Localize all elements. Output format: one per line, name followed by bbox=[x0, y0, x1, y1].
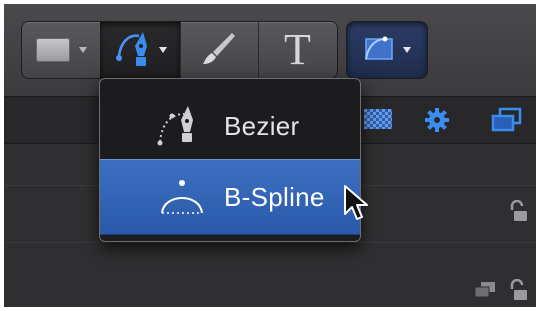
rectangle-tool-button[interactable] bbox=[22, 22, 101, 78]
list-row bbox=[4, 243, 536, 307]
text-tool-button[interactable]: T bbox=[258, 22, 337, 78]
pen-tool-dropdown-menu: Bezier B-Spline bbox=[99, 78, 361, 242]
gear-icon[interactable] bbox=[424, 107, 450, 138]
lock-open-icon[interactable] bbox=[508, 199, 528, 227]
chevron-down-icon[interactable] bbox=[403, 47, 411, 53]
menu-item-label: Bezier bbox=[224, 110, 300, 141]
checkerboard-icon[interactable] bbox=[364, 109, 392, 134]
pen-nib-icon bbox=[113, 26, 157, 75]
bspline-icon bbox=[152, 173, 212, 221]
menu-item-bezier[interactable]: Bezier bbox=[100, 89, 360, 163]
mask-tool-button[interactable] bbox=[346, 21, 428, 79]
lock-open-icon[interactable] bbox=[508, 278, 528, 306]
chevron-down-icon[interactable] bbox=[159, 47, 167, 53]
layers-stack-icon[interactable] bbox=[490, 107, 522, 138]
brush-icon bbox=[199, 28, 239, 73]
pen-tool-button[interactable] bbox=[100, 22, 181, 78]
menu-item-label: B-Spline bbox=[224, 181, 325, 212]
menu-item-bspline[interactable]: B-Spline bbox=[100, 159, 360, 235]
mouse-pointer-icon bbox=[343, 184, 369, 227]
chevron-down-icon[interactable] bbox=[78, 47, 87, 53]
app-window: T Bezier B-Spline bbox=[4, 4, 536, 307]
bezier-pen-icon bbox=[152, 102, 212, 150]
mask-shape-icon bbox=[363, 33, 397, 68]
paint-stroke-tool-button[interactable] bbox=[180, 22, 259, 78]
stack-icon[interactable] bbox=[474, 281, 496, 304]
shape-tools-group: T bbox=[21, 21, 338, 79]
text-icon: T bbox=[284, 25, 311, 74]
rectangle-icon bbox=[35, 38, 70, 62]
